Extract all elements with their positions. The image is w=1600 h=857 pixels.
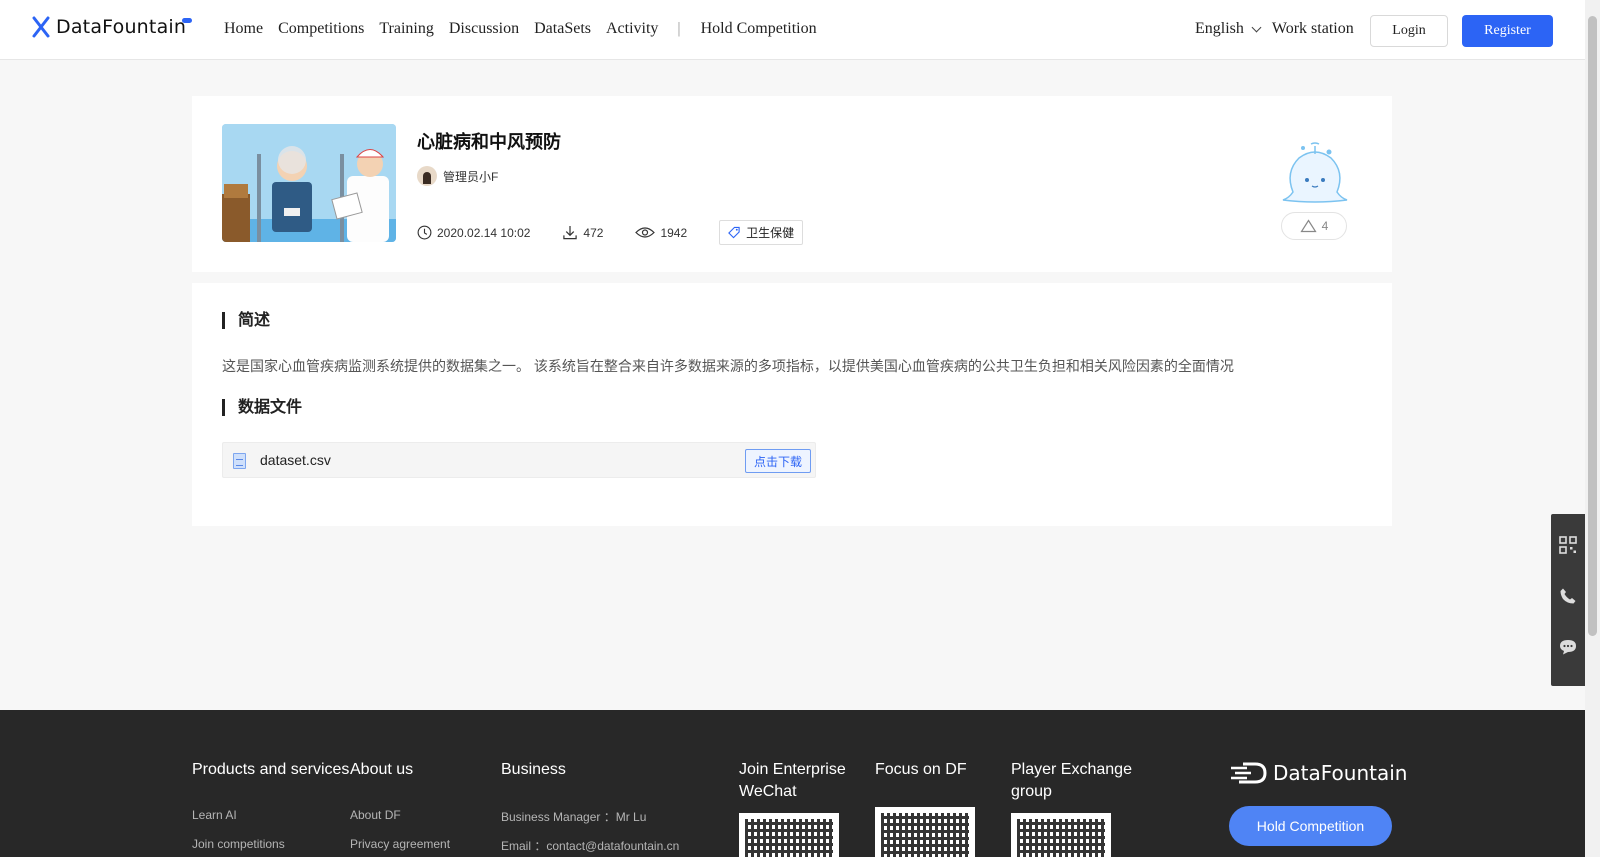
data-files-heading: 数据文件 (222, 399, 302, 416)
nav-activity[interactable]: Activity (606, 20, 658, 38)
nav-datasets[interactable]: DataSets (534, 20, 591, 38)
file-row: dataset.csv 点击下载 (222, 442, 816, 478)
footer-about-heading: About us (350, 761, 414, 778)
main-nav: Home Competitions Training Discussion Da… (224, 20, 832, 38)
like-count: 4 (1321, 219, 1329, 233)
qr-code-icon[interactable] (1559, 536, 1577, 554)
nav-home[interactable]: Home (224, 20, 263, 38)
footer-email[interactable]: Email ：contact@datafountain.cn (501, 837, 679, 854)
language-selector[interactable]: English (1195, 20, 1244, 38)
clock-icon (417, 225, 432, 240)
footer-logo[interactable]: DataFountain (1229, 761, 1407, 785)
df-qr-code (875, 807, 975, 857)
page-scrollbar[interactable] (1585, 0, 1600, 857)
footer-focus-heading: Focus on DF (875, 761, 967, 778)
chat-icon[interactable] (1559, 638, 1577, 656)
dataset-cover-image (222, 124, 396, 242)
thumbs-up-triangle-icon (1300, 219, 1317, 233)
nav-competitions[interactable]: Competitions (278, 20, 364, 38)
footer-link-about-df[interactable]: About DF (350, 808, 401, 822)
dataset-header-card: 心脏病和中风预防 管理员小F 2020.02.14 10:02 472 1942… (192, 96, 1392, 272)
summary-heading: 简述 (222, 312, 270, 329)
register-button[interactable]: Register (1462, 15, 1553, 47)
work-station-link[interactable]: Work station (1272, 20, 1354, 38)
footer-link-join-competitions[interactable]: Join competitions (192, 837, 285, 851)
datafountain-footer-logo-icon (1231, 762, 1267, 784)
player-group-qr-code (1011, 813, 1111, 857)
datafountain-logo-icon (32, 16, 50, 38)
author-avatar (417, 166, 437, 186)
footer-products-heading: Products and services (192, 761, 350, 778)
wechat-qr-code (739, 813, 839, 857)
download-icon (563, 225, 578, 240)
file-name: dataset.csv (260, 452, 331, 468)
dataset-meta: 2020.02.14 10:02 472 1942 卫生保健 (417, 220, 804, 245)
dataset-title: 心脏病和中风预防 (417, 132, 561, 152)
like-button[interactable]: 4 (1281, 212, 1347, 240)
view-count: 1942 (635, 226, 687, 240)
category-tag[interactable]: 卫生保健 (719, 220, 804, 245)
download-button[interactable]: 点击下载 (745, 449, 811, 473)
chevron-down-icon[interactable] (1251, 22, 1262, 32)
floating-contact-bar (1551, 514, 1585, 686)
mascot-illustration (1282, 142, 1348, 203)
file-icon (233, 453, 246, 469)
site-logo[interactable]: DataFountain (32, 16, 192, 38)
phone-icon[interactable] (1559, 587, 1577, 605)
footer-business-heading: Business (501, 761, 566, 778)
footer-hold-competition-button[interactable]: Hold Competition (1229, 806, 1392, 846)
login-button[interactable]: Login (1370, 15, 1448, 47)
eye-icon (635, 227, 656, 238)
download-count-text: 472 (583, 225, 604, 240)
publish-date-text: 2020.02.14 10:02 (437, 225, 531, 240)
dataset-author[interactable]: 管理员小F (417, 166, 498, 186)
cover-illustration (222, 124, 396, 242)
footer-wechat-heading: Join Enterprise WeChat (739, 761, 846, 800)
footer: Products and services Learn AI Join comp… (0, 710, 1585, 857)
footer-link-learn-ai[interactable]: Learn AI (192, 808, 237, 822)
footer-player-group-heading: Player Exchange group (1011, 761, 1132, 800)
logo-text: DataFountain (56, 16, 187, 38)
nav-separator: | (677, 20, 681, 37)
author-name: 管理员小F (443, 169, 499, 184)
footer-business-manager: Business Manager ：Mr Lu (501, 810, 647, 824)
dataset-description-card: 简述 这是国家心血管疾病监测系统提供的数据集之一。 该系统旨在整合来自许多数据来… (192, 283, 1392, 526)
top-navbar: DataFountain Home Competitions Training … (0, 0, 1585, 60)
view-count-text: 1942 (660, 225, 688, 240)
summary-text: 这是国家心血管疾病监测系统提供的数据集之一。 该系统旨在整合来自许多数据来源的多… (222, 358, 1234, 374)
footer-link-privacy[interactable]: Privacy agreement (350, 837, 450, 851)
header-right: English Work station (1195, 20, 1354, 38)
logo-badge (182, 18, 192, 23)
nav-training[interactable]: Training (379, 20, 434, 38)
scrollbar-thumb[interactable] (1588, 16, 1597, 636)
nav-discussion[interactable]: Discussion (449, 20, 519, 38)
nav-hold-competition[interactable]: Hold Competition (701, 20, 817, 38)
footer-logo-text: DataFountain (1273, 761, 1408, 785)
publish-date: 2020.02.14 10:02 (417, 225, 530, 240)
tag-icon (728, 226, 740, 239)
download-count: 472 (562, 225, 603, 240)
category-tag-text: 卫生保健 (746, 226, 795, 240)
